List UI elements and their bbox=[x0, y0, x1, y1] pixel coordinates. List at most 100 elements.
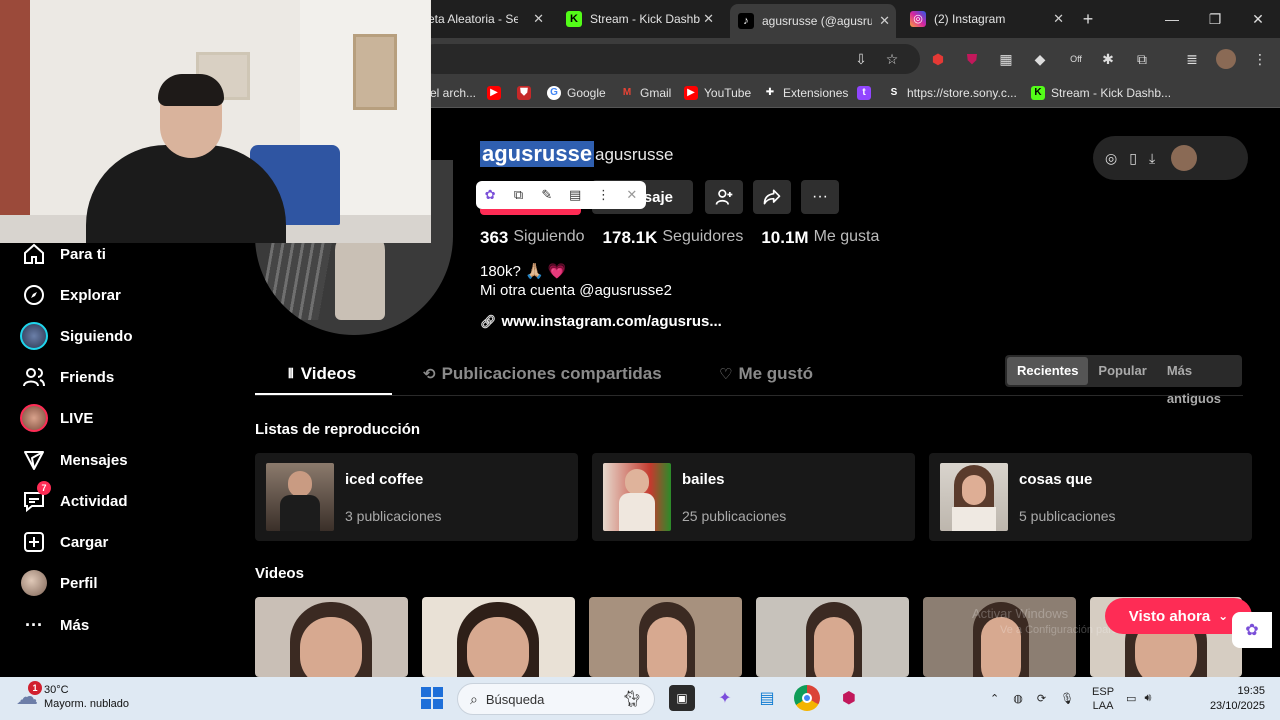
weather-widget[interactable]: ☁ 1 30°C Mayorm. nublado bbox=[16, 681, 129, 711]
close-icon[interactable]: ✕ bbox=[623, 187, 641, 203]
sidebar-item-perfil[interactable]: Perfil bbox=[20, 569, 98, 597]
playlist-card[interactable]: bailes 25 publicaciones bbox=[592, 453, 915, 541]
tab-random[interactable]: eta Aleatoria - Sel ✕ bbox=[428, 4, 550, 34]
live-avatar-icon bbox=[20, 404, 48, 432]
network-icon[interactable]: ◍ bbox=[1013, 692, 1023, 705]
app-icon[interactable]: ⬢ bbox=[836, 685, 862, 711]
sidebar-item-live[interactable]: LIVE bbox=[20, 404, 93, 432]
add-friend-button[interactable] bbox=[705, 180, 743, 214]
extension-shape-icon[interactable]: ◆ bbox=[1030, 49, 1050, 69]
following-count[interactable]: 363 bbox=[480, 228, 508, 248]
chrome-icon[interactable] bbox=[794, 685, 820, 711]
tab-liked[interactable]: ♡ Me gustó bbox=[719, 364, 813, 384]
tab-videos[interactable]: ⦀ Videos bbox=[288, 364, 356, 384]
share-icon bbox=[763, 189, 781, 205]
followers-count[interactable]: 178.1K bbox=[603, 228, 658, 248]
bookmark-sony[interactable]: S https://store.sony.c... bbox=[887, 86, 1017, 100]
ai-assistant-float-icon[interactable]: ✿ bbox=[1232, 612, 1272, 648]
bookmark-youtube[interactable]: ▶ YouTube bbox=[684, 86, 751, 100]
sidebar-item-mensajes[interactable]: Mensajes bbox=[20, 446, 128, 474]
ai-assistant-icon[interactable]: ✿ bbox=[481, 187, 499, 203]
video-thumbnail[interactable] bbox=[756, 597, 909, 677]
bookmark-twitch[interactable]: t bbox=[857, 86, 877, 100]
note-icon[interactable]: ▤ bbox=[566, 187, 584, 203]
sidebar-item-cargar[interactable]: Cargar bbox=[20, 528, 108, 556]
video-thumbnail[interactable] bbox=[255, 597, 408, 677]
sidebar-item-siguiendo[interactable]: Siguiendo bbox=[20, 322, 133, 350]
bookmark-extensions[interactable]: ✚ Extensiones bbox=[763, 86, 849, 100]
sidebar-item-mas[interactable]: ··· Más bbox=[20, 611, 89, 639]
minimize-icon[interactable]: — bbox=[1150, 0, 1194, 38]
volume-icon[interactable]: 🔊︎ bbox=[1144, 692, 1151, 705]
bookmark-folder[interactable]: el arch... bbox=[430, 86, 476, 100]
tab-reposts[interactable]: ⟲ Publicaciones compartidas bbox=[423, 364, 662, 384]
download-icon[interactable]: ⤓ bbox=[1149, 150, 1155, 167]
profile-link[interactable]: 🔗︎ www.instagram.com/agusrus... bbox=[480, 313, 722, 330]
video-thumbnail[interactable] bbox=[589, 597, 742, 677]
user-avatar[interactable] bbox=[1171, 145, 1198, 171]
new-tab-button[interactable]: + bbox=[1066, 0, 1110, 38]
playlist-card[interactable]: iced coffee 3 publicaciones bbox=[255, 453, 578, 541]
taskbar-search[interactable]: ⌕ Búsqueda 🐈︎ bbox=[457, 683, 655, 715]
notepad-icon[interactable]: ▤ bbox=[754, 685, 780, 711]
close-icon[interactable]: ✕ bbox=[533, 11, 544, 27]
close-icon[interactable]: ✕ bbox=[703, 11, 714, 27]
windows-start-icon[interactable] bbox=[421, 687, 443, 709]
copilot-icon[interactable]: ✦ bbox=[712, 685, 738, 711]
ublock-icon[interactable]: ⛊ bbox=[962, 49, 982, 69]
video-thumbnail[interactable] bbox=[422, 597, 575, 677]
microphone-icon[interactable]: 🎙︎ bbox=[1060, 692, 1074, 705]
bookmark-star-icon[interactable]: ☆ bbox=[882, 49, 902, 69]
sort-recent-button[interactable]: Recientes bbox=[1007, 357, 1089, 385]
follow-button[interactable] bbox=[480, 209, 581, 215]
more-vert-icon[interactable]: ⋮ bbox=[594, 187, 612, 203]
task-view-icon[interactable]: ▣ bbox=[669, 685, 695, 711]
sidebar-item-actividad[interactable]: 7 Actividad bbox=[20, 481, 128, 515]
restore-icon[interactable]: ❐ bbox=[1193, 0, 1237, 38]
bookmark-google[interactable]: G Google bbox=[547, 86, 606, 100]
tab-kick[interactable]: K Stream - Kick Dashbo ✕ bbox=[560, 4, 720, 34]
bookmark-gmail[interactable]: M Gmail bbox=[620, 86, 672, 100]
followers-label[interactable]: Seguidores bbox=[662, 228, 743, 248]
following-label[interactable]: Siguiendo bbox=[513, 228, 584, 248]
chevron-up-icon[interactable]: ⌃ bbox=[990, 692, 999, 705]
highlight-icon[interactable]: ✎ bbox=[538, 187, 556, 203]
taskbar-clock[interactable]: 19:35 23/10/2025 bbox=[1195, 684, 1265, 714]
bookmark-youtube-1[interactable]: ▶ bbox=[487, 86, 507, 100]
puzzle-icon[interactable]: ⧉ bbox=[1132, 49, 1152, 69]
sidebar-item-para-ti[interactable]: Para ti bbox=[20, 240, 106, 268]
sort-popular-button[interactable]: Popular bbox=[1088, 357, 1156, 385]
window-close-icon[interactable]: ✕ bbox=[1236, 0, 1280, 38]
language-indicator[interactable]: ESP LAA bbox=[1092, 685, 1114, 713]
more-options-button[interactable]: ··· bbox=[801, 180, 839, 214]
copy-icon[interactable]: ⧉ bbox=[509, 187, 527, 203]
visto-ahora-button[interactable]: Visto ahora ⌄ bbox=[1105, 598, 1252, 634]
sidebar-item-friends[interactable]: Friends bbox=[20, 363, 114, 391]
photo-railing bbox=[257, 240, 333, 320]
tab-tiktok[interactable]: ♪ agusrusse (@agusru ✕ bbox=[730, 4, 896, 38]
extension-gear-icon[interactable]: ✱ bbox=[1098, 49, 1118, 69]
extension-off-icon[interactable]: Off bbox=[1066, 49, 1086, 69]
monitor-icon[interactable]: ▭ bbox=[1126, 692, 1136, 705]
phone-icon[interactable]: ▯ bbox=[1129, 150, 1137, 167]
playlist-card[interactable]: cosas que 5 publicaciones bbox=[929, 453, 1252, 541]
share-button[interactable] bbox=[753, 180, 791, 214]
compass-icon bbox=[20, 281, 48, 309]
address-bar[interactable] bbox=[420, 44, 920, 74]
sort-oldest-button[interactable]: Más antiguos bbox=[1157, 357, 1242, 406]
webcam-overlay bbox=[0, 0, 431, 243]
bookmark-shield[interactable]: ⛊ bbox=[517, 86, 537, 100]
tab-instagram[interactable]: ◎ (2) Instagram ✕ bbox=[904, 4, 1070, 34]
sync-icon[interactable]: ⟳ bbox=[1037, 692, 1046, 705]
media-control-icon[interactable]: ≣ bbox=[1182, 49, 1202, 69]
bookmark-kick[interactable]: K Stream - Kick Dashb... bbox=[1031, 86, 1171, 100]
install-app-icon[interactable]: ⇩ bbox=[851, 49, 871, 69]
chrome-menu-icon[interactable]: ⋮ bbox=[1250, 49, 1270, 69]
profile-avatar-icon[interactable] bbox=[1216, 49, 1236, 69]
extension-grid-icon[interactable]: ▦ bbox=[996, 49, 1016, 69]
coin-icon[interactable]: ◎ bbox=[1105, 150, 1117, 167]
extension-red-icon[interactable]: ⬢ bbox=[928, 49, 948, 69]
sidebar-item-explorar[interactable]: Explorar bbox=[20, 281, 121, 309]
close-icon[interactable]: ✕ bbox=[1053, 11, 1064, 27]
close-icon[interactable]: ✕ bbox=[879, 13, 890, 29]
